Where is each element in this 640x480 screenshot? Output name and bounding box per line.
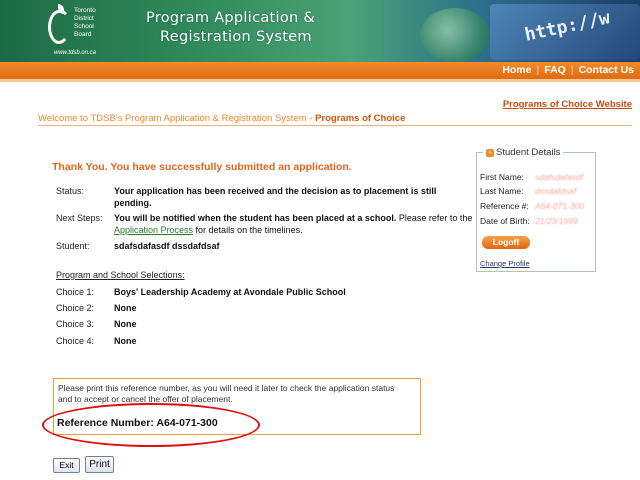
next-steps-pre-link: Please refer to the xyxy=(396,213,473,223)
status-text: Your application has been received and t… xyxy=(114,186,437,208)
system-title: Program Application & Registration Syste… xyxy=(146,9,315,47)
dob-label: Date of Birth: xyxy=(480,216,530,226)
programs-of-choice-website-link[interactable]: Programs of Choice Website xyxy=(503,99,632,110)
choice-value: None xyxy=(114,336,137,346)
apple-logo-icon xyxy=(48,10,70,44)
choice-label: Choice 1: xyxy=(56,287,95,297)
choice-label: Choice 3: xyxy=(56,319,95,329)
reference-note: Please print this reference number, as y… xyxy=(58,383,395,404)
nav-separator: | xyxy=(570,64,574,76)
choice-value: Boys' Leadership Academy at Avondale Pub… xyxy=(114,287,346,297)
logo-text-line: Toronto xyxy=(74,7,96,14)
choice-value: None xyxy=(114,319,137,329)
highlight-ellipse xyxy=(42,403,260,447)
status-label: Status: xyxy=(56,186,85,196)
next-steps-label: Next Steps: xyxy=(56,213,103,223)
nav-faq-link[interactable]: FAQ xyxy=(544,64,566,76)
top-nav-bar: Home | FAQ | Contact Us xyxy=(0,62,640,79)
selections-heading: Program and School Selections: xyxy=(56,270,185,280)
nav-home-link[interactable]: Home xyxy=(502,64,531,76)
system-title-line1: Program Application & xyxy=(146,10,316,26)
last-name-label: Last Name: xyxy=(480,186,524,196)
print-button[interactable]: Print xyxy=(85,456,114,473)
breadcrumb-prefix: Welcome to TDSB's Program Application & … xyxy=(38,113,316,124)
logo-url: www.tdsb.on.ca xyxy=(54,50,97,56)
student-details-title: Student Details xyxy=(496,147,561,159)
exit-button[interactable]: Exit xyxy=(53,458,80,473)
globe-graphic xyxy=(420,8,490,62)
application-process-link[interactable]: Application Process xyxy=(114,225,193,235)
breadcrumb-current: Programs of Choice xyxy=(315,113,406,124)
first-name-label: First Name: xyxy=(480,172,524,182)
student-details-panel: » Student Details First Name: sdafsdafasd… xyxy=(476,147,596,272)
next-steps-bold: You will be notified when the student ha… xyxy=(114,213,397,223)
reference-value: A64-071-300 xyxy=(535,201,585,211)
success-heading: Thank You. You have successfully submitt… xyxy=(52,161,352,173)
student-details-header: » Student Details xyxy=(483,147,564,159)
header-decoration: http://w xyxy=(420,0,640,62)
reference-label: Reference #: xyxy=(480,201,529,211)
header-banner: Toronto District School Board www.tdsb.o… xyxy=(0,0,640,62)
logo-text-line: Board xyxy=(74,31,92,38)
nav-separator: | xyxy=(536,64,540,76)
nav-contact-link[interactable]: Contact Us xyxy=(579,64,634,76)
tdsb-logo[interactable]: Toronto District School Board www.tdsb.o… xyxy=(48,4,106,56)
choice-value: None xyxy=(114,303,137,313)
divider xyxy=(38,125,632,126)
last-name-value: dssdafdsaf xyxy=(535,186,577,196)
first-name-value: sdafsdafasdf xyxy=(535,172,584,182)
student-name: sdafsdafasdf dssdafdsaf xyxy=(114,241,220,251)
dob-value: 21/23/1999 xyxy=(535,216,578,226)
system-title-line2: Registration System xyxy=(160,29,312,45)
logo-text-line: School xyxy=(74,23,94,30)
arrow-icon: » xyxy=(486,148,494,157)
choice-label: Choice 2: xyxy=(56,303,95,313)
choice-label: Choice 4: xyxy=(56,336,95,346)
change-profile-link[interactable]: Change Profile xyxy=(480,259,530,268)
nav-underline xyxy=(0,79,640,82)
logoff-button[interactable]: Logoff xyxy=(482,236,530,249)
breadcrumb: Welcome to TDSB's Program Application & … xyxy=(38,113,405,124)
next-steps-text: You will be notified when the student ha… xyxy=(114,213,474,236)
nav-links: Home | FAQ | Contact Us xyxy=(502,64,634,76)
logo-text-line: District xyxy=(74,15,94,22)
next-steps-post-link: for details on the timelines. xyxy=(193,224,303,235)
student-label: Student: xyxy=(56,241,90,251)
